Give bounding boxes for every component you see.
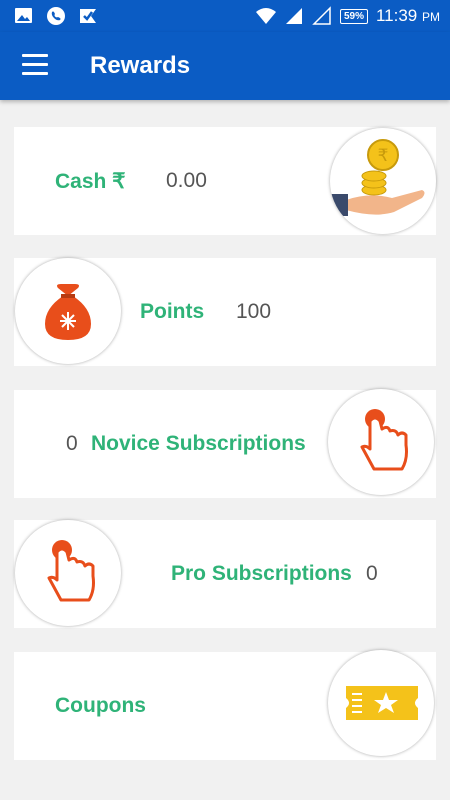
page-title: Rewards (90, 52, 191, 79)
novice-value: 0 (66, 432, 78, 455)
menu-icon[interactable] (22, 54, 48, 76)
money-bag-icon (15, 258, 121, 364)
coupons-label: Coupons (55, 694, 146, 717)
signal-icon (285, 8, 302, 24)
check-app-icon (80, 9, 96, 23)
points-label: Points (140, 300, 205, 323)
clock: 11:39 PM (376, 6, 440, 26)
battery-indicator: 59% (339, 8, 368, 24)
tap-hand-icon (328, 389, 434, 495)
status-bar: 59% 11:39 PM (0, 0, 450, 32)
gallery-icon (15, 8, 32, 23)
ticket-icon (328, 650, 434, 756)
wifi-icon (255, 8, 276, 24)
novice-label: Novice Subscriptions (91, 432, 306, 455)
tap-hand-icon (15, 520, 121, 626)
whatsapp-icon (47, 7, 65, 25)
clock-time: 11:39 (375, 6, 418, 25)
cash-label: Cash ₹ (55, 170, 126, 193)
svg-text:₹: ₹ (378, 146, 389, 166)
signal-icon-2 (312, 6, 331, 25)
pro-label: Pro Subscriptions (171, 562, 352, 585)
cash-value: 0.00 (166, 169, 207, 192)
clock-ampm: PM (422, 10, 440, 24)
app-bar: Rewards (0, 32, 450, 100)
money-hand-icon: ₹ (330, 128, 436, 234)
pro-value: 0 (366, 562, 378, 585)
points-value: 100 (236, 300, 272, 323)
